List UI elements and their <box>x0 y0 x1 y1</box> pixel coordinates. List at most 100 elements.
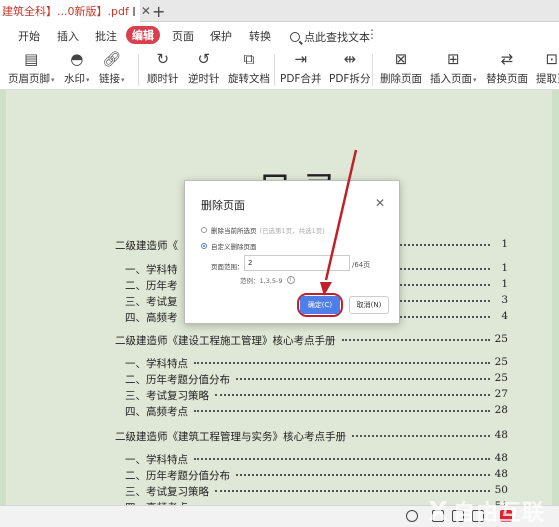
toc-entry[interactable]: 二级建造师《建筑工程管理与实务》核心考点手册 48 <box>0 429 559 444</box>
toc-page-number: 48 <box>494 452 508 464</box>
rotate-document-icon: ⧉ <box>243 50 255 68</box>
toc-entry-text: 二、历年考题分值分布 <box>125 372 232 387</box>
rotate-document-button[interactable]: ⧉ 旋转文档 <box>228 50 270 86</box>
link-label: 链接 <box>99 73 120 85</box>
document-tab-title: 建筑全科】...0新版】.pdf <box>2 5 129 18</box>
title-bar: 建筑全科】...0新版】.pdf ✕ + <box>0 0 559 22</box>
search-box[interactable]: 点此查找文本 <box>290 29 370 45</box>
rotate-cw-button[interactable]: ↻ 顺时针 <box>147 50 179 86</box>
toc-entry-text: 四、高频考点 <box>125 404 190 419</box>
menu-edit[interactable]: 编辑 <box>126 26 160 44</box>
menu-page[interactable]: 页面 <box>172 28 194 44</box>
toc-entry[interactable]: 三、考试复习策略 27 <box>0 388 559 403</box>
toc-entry[interactable]: 一、学科特点 48 <box>0 452 559 467</box>
range-example-text: 范例：1,3,5-9 <box>240 277 283 285</box>
info-icon[interactable]: i <box>286 276 295 284</box>
toc-page-number: 3 <box>501 294 508 306</box>
document-tab[interactable]: 建筑全科】...0新版】.pdf ✕ <box>0 0 151 22</box>
header-footer-icon: ▤ <box>24 50 39 68</box>
watermark-logo: X 自由互联 <box>428 495 545 527</box>
search-icon <box>290 32 300 42</box>
toc-page-number: 1 <box>501 278 508 290</box>
menu-start[interactable]: 开始 <box>18 28 40 44</box>
toc-page-number: 48 <box>494 429 508 441</box>
close-icon[interactable]: ✕ <box>375 196 385 210</box>
toc-entry-text: 三、考试复习策略 <box>125 484 211 499</box>
eye-icon[interactable] <box>406 510 418 522</box>
close-tab-icon[interactable]: ✕ <box>141 4 151 18</box>
toolbar-divider <box>372 54 373 86</box>
toc-entry-text: 二级建造师《建筑工程管理与实务》核心考点手册 <box>115 429 348 444</box>
menu-protect[interactable]: 保护 <box>210 28 232 44</box>
toc-entry[interactable]: 二、历年考题分值分布 48 <box>0 468 559 483</box>
confirm-button[interactable]: 确定(C) <box>300 296 340 314</box>
pdf-merge-label: PDF合并 <box>280 73 322 85</box>
page-range-label: 页面范围： <box>211 263 244 271</box>
pdf-merge-button[interactable]: ⇥ PDF合并 <box>280 50 321 86</box>
insert-page-label: 插入页面 <box>430 73 472 85</box>
toc-page-number: 1 <box>501 238 508 250</box>
toolbar-divider <box>138 54 139 86</box>
toc-entry-text: 二级建造师《 <box>115 238 180 253</box>
toc-entry[interactable]: 二级建造师《建设工程施工管理》核心考点手册 25 <box>0 333 559 348</box>
toc-entry-text: 二、历年考 <box>125 278 180 293</box>
more-icon[interactable]: ⋮ <box>366 27 378 41</box>
toc-entry[interactable]: 二、历年考题分值分布 25 <box>0 372 559 387</box>
dialog-title: 删除页面 <box>201 199 245 212</box>
menu-convert[interactable]: 转换 <box>249 28 271 44</box>
option-current-label: 删除当前所选页 <box>211 227 257 235</box>
toc-entry[interactable]: 一、学科特点 25 <box>0 356 559 371</box>
radio-custom[interactable] <box>201 243 207 249</box>
watermark-label: 水印 <box>64 73 85 85</box>
window-icon[interactable] <box>132 6 135 16</box>
watermark-button[interactable]: ◓ 水印▾ <box>64 50 90 86</box>
new-tab-icon[interactable]: + <box>152 2 165 21</box>
toc-page-number: 4 <box>501 310 508 322</box>
rotate-document-label: 旋转文档 <box>228 73 270 85</box>
link-icon: 🔗︎ <box>102 50 122 68</box>
toc-entry-text: 三、考试复习策略 <box>125 388 211 403</box>
menu-insert[interactable]: 插入 <box>57 28 79 44</box>
watermark-text: 自由互联 <box>452 501 545 526</box>
toolbar-divider <box>274 54 275 86</box>
header-footer-label: 页眉页脚 <box>8 73 50 85</box>
toc-entry-text: 二级建造师《建设工程施工管理》核心考点手册 <box>115 333 338 348</box>
extract-page-label: 提取页 <box>536 73 559 85</box>
toc-page-number: 27 <box>494 388 508 400</box>
toc-entry[interactable]: 四、高频考点 28 <box>0 404 559 419</box>
option-custom-pages[interactable]: 自定义删除页面 <box>201 241 257 251</box>
toc-leader-dots <box>352 429 490 437</box>
toc-page-number: 25 <box>494 372 508 384</box>
replace-page-button[interactable]: ⇄ 替换页面 <box>486 50 528 86</box>
toc-leader-dots <box>236 372 490 380</box>
link-button[interactable]: 🔗︎ 链接▾ <box>99 50 125 86</box>
radio-current[interactable] <box>201 227 207 233</box>
toc-leader-dots <box>341 333 490 341</box>
rotate-ccw-icon: ↺ <box>197 50 211 68</box>
option-current-hint: (已选第1页，共选1页) <box>259 227 325 235</box>
menu-annotate[interactable]: 批注 <box>95 28 117 44</box>
toc-leader-dots <box>215 484 490 492</box>
header-footer-button[interactable]: ▤ 页眉页脚▾ <box>8 50 55 86</box>
toc-entry-text: 四、高频考 <box>125 310 180 325</box>
rotate-cw-label: 顺时针 <box>147 73 179 85</box>
option-current-pages[interactable]: 删除当前所选页 (已选第1页，共选1页) <box>201 225 325 235</box>
split-icon: ⇹ <box>343 50 357 68</box>
merge-icon: ⇥ <box>294 50 308 68</box>
delete-page-button[interactable]: ⊠ 删除页面 <box>380 50 422 86</box>
insert-page-button[interactable]: ⊞ 插入页面▾ <box>430 50 477 86</box>
extract-page-button[interactable]: ⊡ 提取页 <box>536 50 559 86</box>
rotate-ccw-label: 逆时针 <box>188 73 220 85</box>
pdf-split-button[interactable]: ⇹ PDF拆分 <box>329 50 370 86</box>
toc-leader-dots <box>215 388 490 396</box>
toolbar: ▤ 页眉页脚▾ ◓ 水印▾ 🔗︎ 链接▾ ↻ 顺时针 ↺ 逆时针 ⧉ 旋转文档 … <box>0 48 559 90</box>
cancel-button[interactable]: 取消(N) <box>349 296 389 314</box>
toc-entry-text: 三、考试复 <box>125 294 180 309</box>
toc-leader-dots <box>194 452 490 460</box>
toc-entry-text: 二、历年考题分值分布 <box>125 468 232 483</box>
page-range-input[interactable]: 2 <box>244 255 350 271</box>
rotate-ccw-button[interactable]: ↺ 逆时针 <box>188 50 220 86</box>
delete-page-label: 删除页面 <box>380 73 422 85</box>
replace-page-icon: ⇄ <box>500 50 514 68</box>
watermark-icon: ◓ <box>70 50 84 68</box>
